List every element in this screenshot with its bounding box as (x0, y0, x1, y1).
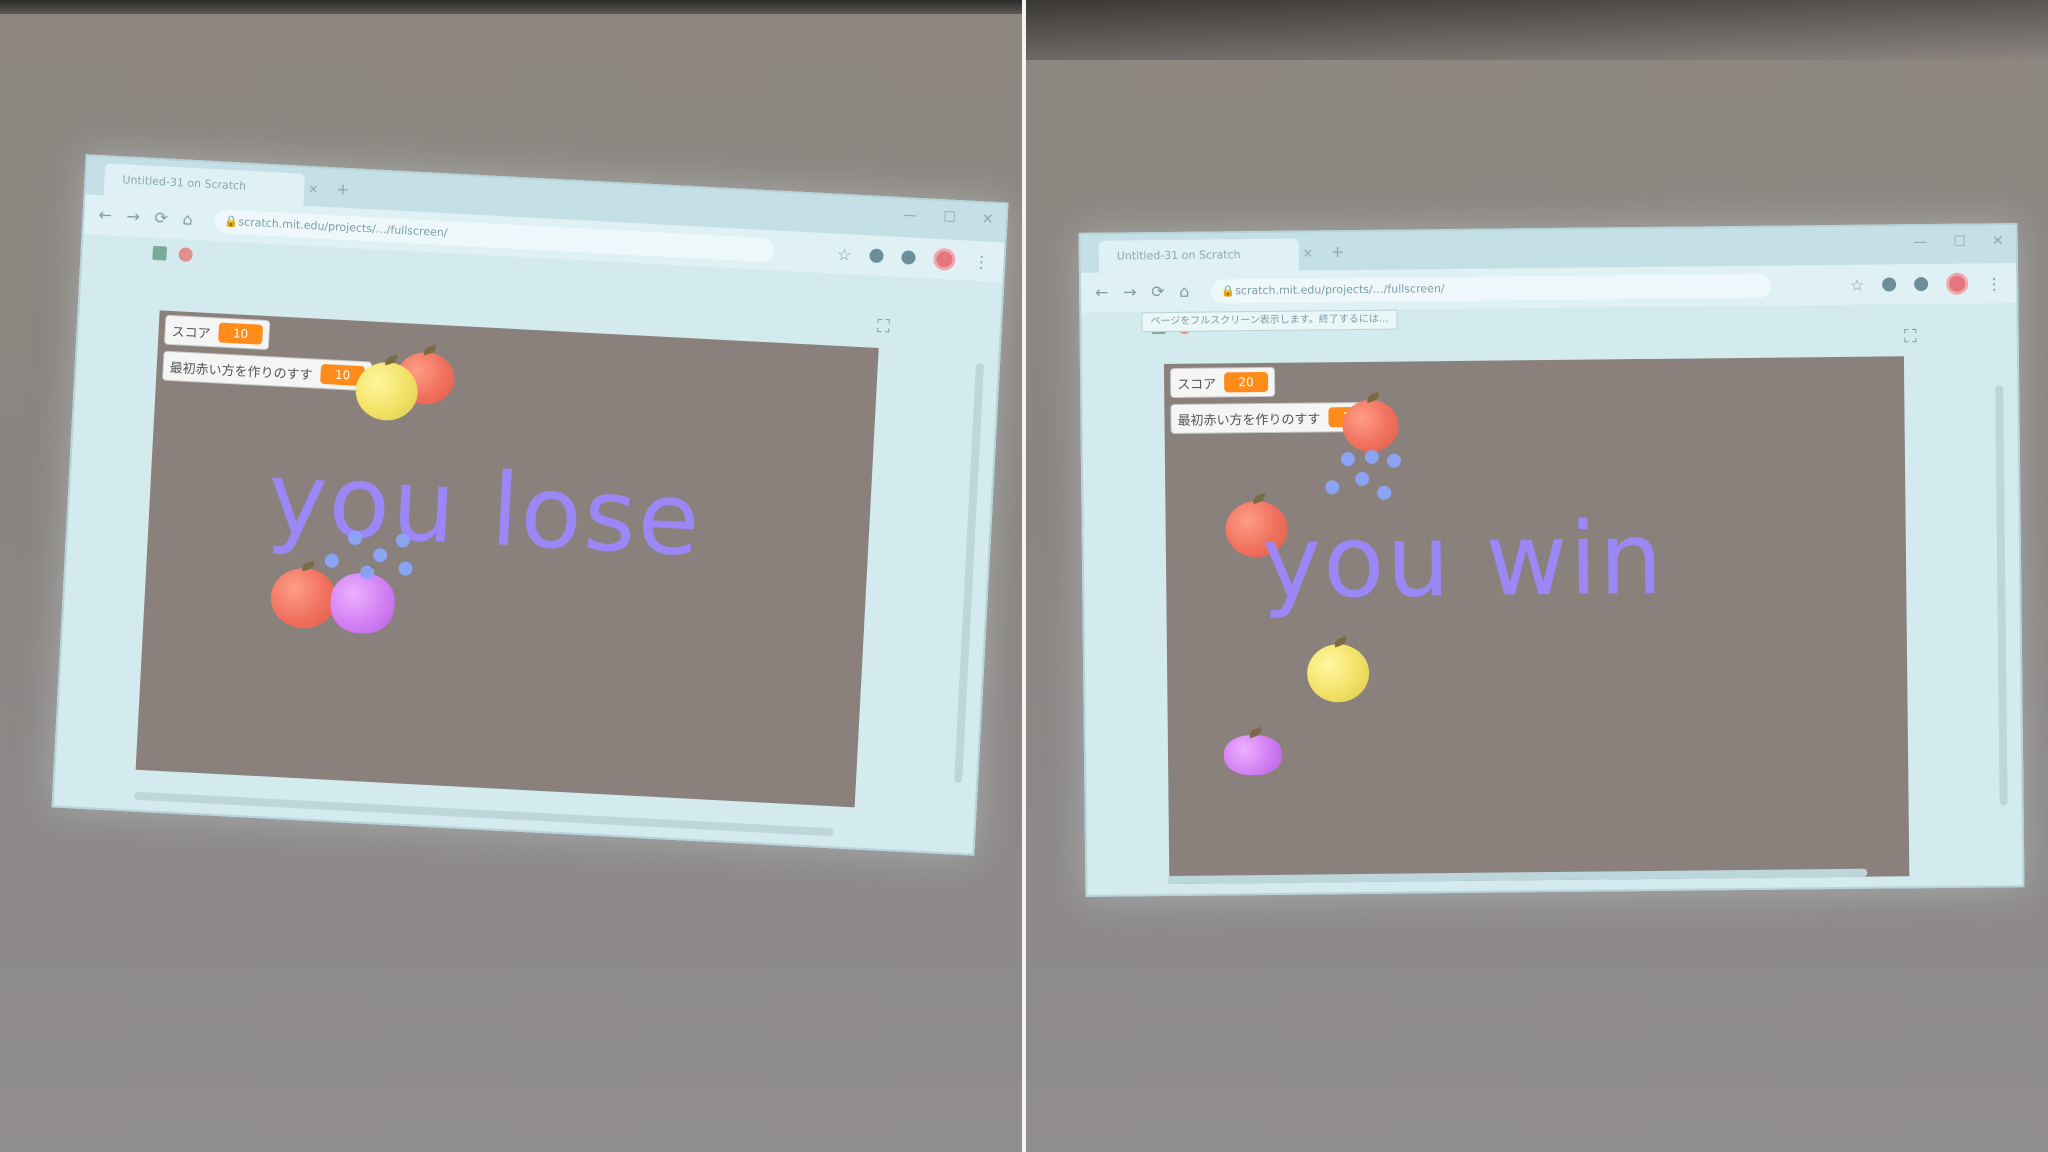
address-bar[interactable]: 🔒 scratch.mit.edu/projects/…/fullscreen/ (1211, 273, 1772, 304)
red-apple-sprite[interactable] (1342, 391, 1399, 453)
exit-fullscreen-icon[interactable]: ⛶ (877, 316, 891, 338)
window-controls: — ☐ ✕ (1913, 233, 2003, 250)
new-tab-icon[interactable]: + (336, 179, 350, 199)
back-icon[interactable]: ← (98, 205, 112, 225)
score-value: 10 (218, 322, 264, 345)
url-text: scratch.mit.edu/projects/…/fullscreen/ (1235, 282, 1445, 298)
variable-label: 最初赤い方を作りのすす (1177, 411, 1321, 429)
score-monitor: スコア 10 (163, 314, 271, 351)
extension-area: ☆ ⋮ (837, 243, 990, 273)
extension-icon[interactable] (1882, 277, 1897, 292)
score-monitor: スコア 20 (1169, 366, 1276, 398)
lock-icon: 🔒 (1221, 284, 1235, 298)
profile-avatar[interactable] (932, 247, 956, 271)
bubble-effect (1355, 471, 1370, 487)
score-label: スコア (171, 324, 211, 342)
vertical-scrollbar[interactable] (1995, 385, 2008, 806)
window-controls: — ☐ ✕ (903, 207, 994, 228)
url-text: scratch.mit.edu/projects/…/fullscreen/ (238, 215, 448, 240)
variable-label: 最初赤い方を作りのすす (169, 360, 313, 383)
reload-icon[interactable]: ⟳ (1151, 282, 1165, 301)
bookmark-star-icon[interactable]: ☆ (837, 244, 852, 264)
result-message: you lose (264, 439, 705, 579)
window-close-icon[interactable]: ✕ (1992, 233, 2004, 249)
photo-panel-win: Untitled-31 on Scratch ✕ + — ☐ ✕ ← → ⟳ ⌂… (1026, 0, 2048, 1152)
purple-fruit-sprite[interactable] (1223, 726, 1283, 776)
forward-icon[interactable]: → (1123, 282, 1137, 301)
bubble-effect (1340, 452, 1356, 467)
scratch-stage[interactable]: スコア 10 最初赤い方を作りのすす 10 you lose (135, 310, 879, 808)
photo-panel-lose: Untitled-31 on Scratch ✕ + — ☐ ✕ ← → ⟳ ⌂… (0, 0, 1022, 1152)
back-icon[interactable]: ← (1095, 283, 1109, 302)
maximize-icon[interactable]: ☐ (943, 209, 956, 226)
maximize-icon[interactable]: ☐ (1953, 234, 1966, 250)
ceiling-beam (0, 0, 1022, 14)
purple-fruit-sprite[interactable] (329, 565, 397, 636)
score-value: 20 (1224, 371, 1269, 393)
vertical-scrollbar[interactable] (954, 363, 985, 783)
red-apple-sprite[interactable] (269, 560, 339, 630)
lock-icon: 🔒 (224, 214, 239, 229)
ceiling-beam (1026, 0, 2048, 60)
bubble-effect (1377, 485, 1392, 500)
puzzle-extension-icon[interactable] (901, 250, 916, 265)
menu-kebab-icon[interactable]: ⋮ (973, 251, 990, 271)
minimize-icon[interactable]: — (1913, 234, 1927, 250)
profile-avatar[interactable] (1946, 272, 1969, 295)
bookmark-icon[interactable] (152, 245, 168, 261)
extension-area: ☆ ⋮ (1850, 272, 2003, 296)
puzzle-extension-icon[interactable] (1914, 277, 1929, 292)
result-message: you win (1261, 499, 1666, 622)
tab-scratch-project[interactable]: Untitled-31 on Scratch (1098, 238, 1299, 273)
score-label: スコア (1177, 377, 1217, 393)
bookmark-star-icon[interactable]: ☆ (1850, 275, 1865, 294)
menu-kebab-icon[interactable]: ⋮ (1986, 274, 2002, 293)
bookmark-icon[interactable] (178, 247, 193, 262)
tab-close-icon[interactable]: ✕ (308, 182, 319, 197)
extension-icon[interactable] (869, 248, 884, 264)
browser-window: Untitled-31 on Scratch ✕ + — ☐ ✕ ← → ⟳ ⌂… (1078, 223, 2025, 897)
forward-icon[interactable]: → (126, 207, 140, 227)
bubble-effect (1386, 453, 1402, 468)
yellow-apple-sprite[interactable] (1306, 635, 1370, 703)
scratch-stage[interactable]: スコア 20 最初赤い方を作りのすす 20 you win (1163, 356, 1910, 885)
tab-close-icon[interactable]: ✕ (1303, 246, 1313, 260)
bubble-effect (1364, 449, 1379, 464)
window-close-icon[interactable]: ✕ (981, 211, 994, 228)
bubble-effect (398, 561, 413, 576)
exit-fullscreen-icon[interactable]: ⛶ (1904, 326, 1917, 347)
reload-icon[interactable]: ⟳ (154, 208, 168, 228)
variable-monitor: 最初赤い方を作りのすす 10 (162, 350, 373, 392)
bubble-effect (1325, 480, 1340, 495)
home-icon[interactable]: ⌂ (182, 209, 193, 229)
minimize-icon[interactable]: — (903, 207, 918, 224)
new-tab-icon[interactable]: + (1331, 242, 1345, 261)
home-icon[interactable]: ⌂ (1179, 282, 1189, 301)
browser-window: Untitled-31 on Scratch ✕ + — ☐ ✕ ← → ⟳ ⌂… (51, 154, 1009, 856)
bubble-effect (324, 553, 340, 569)
fullscreen-tooltip: ページをフルスクリーン表示します。終了するには… (1141, 309, 1398, 333)
